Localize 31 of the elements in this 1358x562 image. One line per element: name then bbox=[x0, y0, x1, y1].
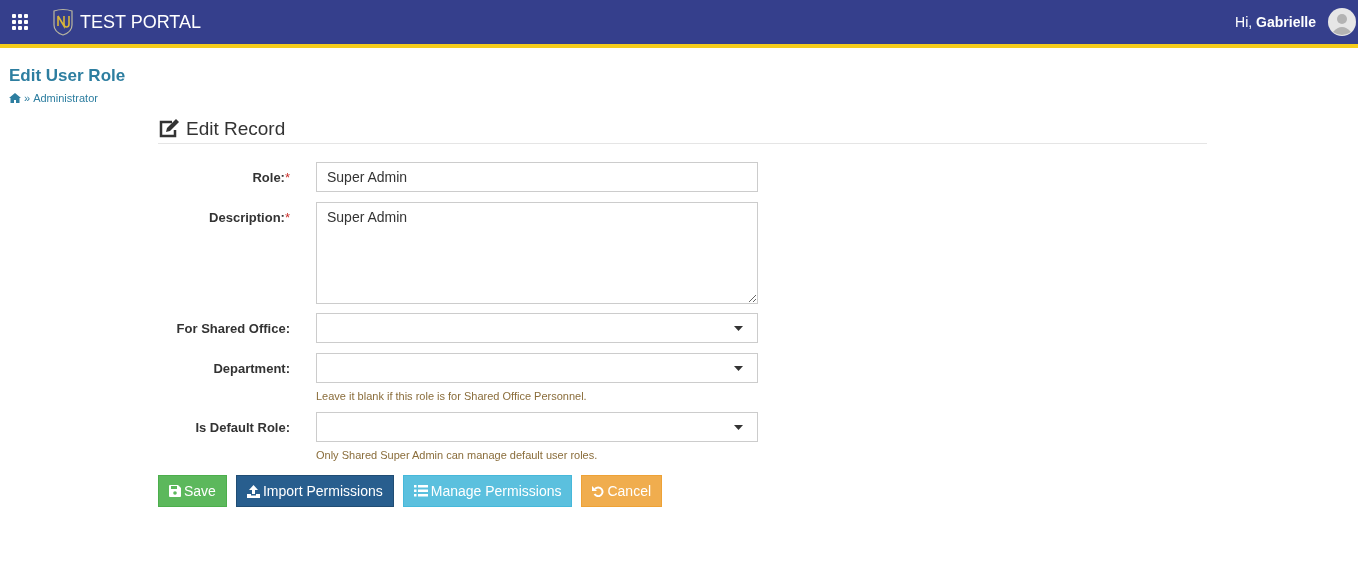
field-label: Description:* bbox=[208, 209, 290, 227]
field-label: For Shared Office: bbox=[175, 320, 290, 338]
edit-icon bbox=[158, 119, 180, 139]
breadcrumb-link[interactable]: Administrator bbox=[33, 92, 98, 104]
caret-down-icon bbox=[734, 365, 743, 371]
import-button[interactable]: Import Permissions bbox=[235, 475, 394, 507]
section-title: Edit Record bbox=[186, 118, 286, 140]
upload-icon bbox=[246, 484, 260, 498]
field-label: Department: bbox=[212, 360, 290, 378]
avatar-icon[interactable] bbox=[1328, 8, 1356, 36]
undo-icon bbox=[592, 485, 605, 497]
field-label: Is Default Role: bbox=[194, 419, 290, 437]
home-icon[interactable] bbox=[9, 93, 21, 103]
shield-logo-icon bbox=[52, 8, 74, 36]
portal-title: TEST PORTAL bbox=[80, 11, 202, 33]
field-label: Role:* bbox=[251, 169, 290, 187]
caret-down-icon bbox=[734, 325, 743, 331]
textarea-field[interactable]: Super Admin bbox=[316, 202, 758, 304]
text-field[interactable]: Super Admin bbox=[316, 162, 758, 192]
dropdown-field[interactable] bbox=[316, 313, 758, 343]
dropdown-field[interactable] bbox=[316, 412, 758, 442]
save-button[interactable]: Save bbox=[158, 475, 227, 507]
list-icon bbox=[413, 485, 428, 497]
user-greeting: Hi, Gabrielle bbox=[1235, 14, 1316, 30]
apps-menu-icon[interactable] bbox=[12, 14, 28, 30]
breadcrumb-separator: » bbox=[24, 92, 31, 104]
page-title: Edit User Role bbox=[9, 66, 127, 86]
dropdown-field[interactable] bbox=[316, 353, 758, 383]
caret-down-icon bbox=[734, 424, 743, 430]
help-text: Leave it blank if this role is for Shared Office Personnel. bbox=[316, 390, 588, 402]
help-text: Only Shared Super Admin can manage default user roles. bbox=[316, 449, 599, 461]
